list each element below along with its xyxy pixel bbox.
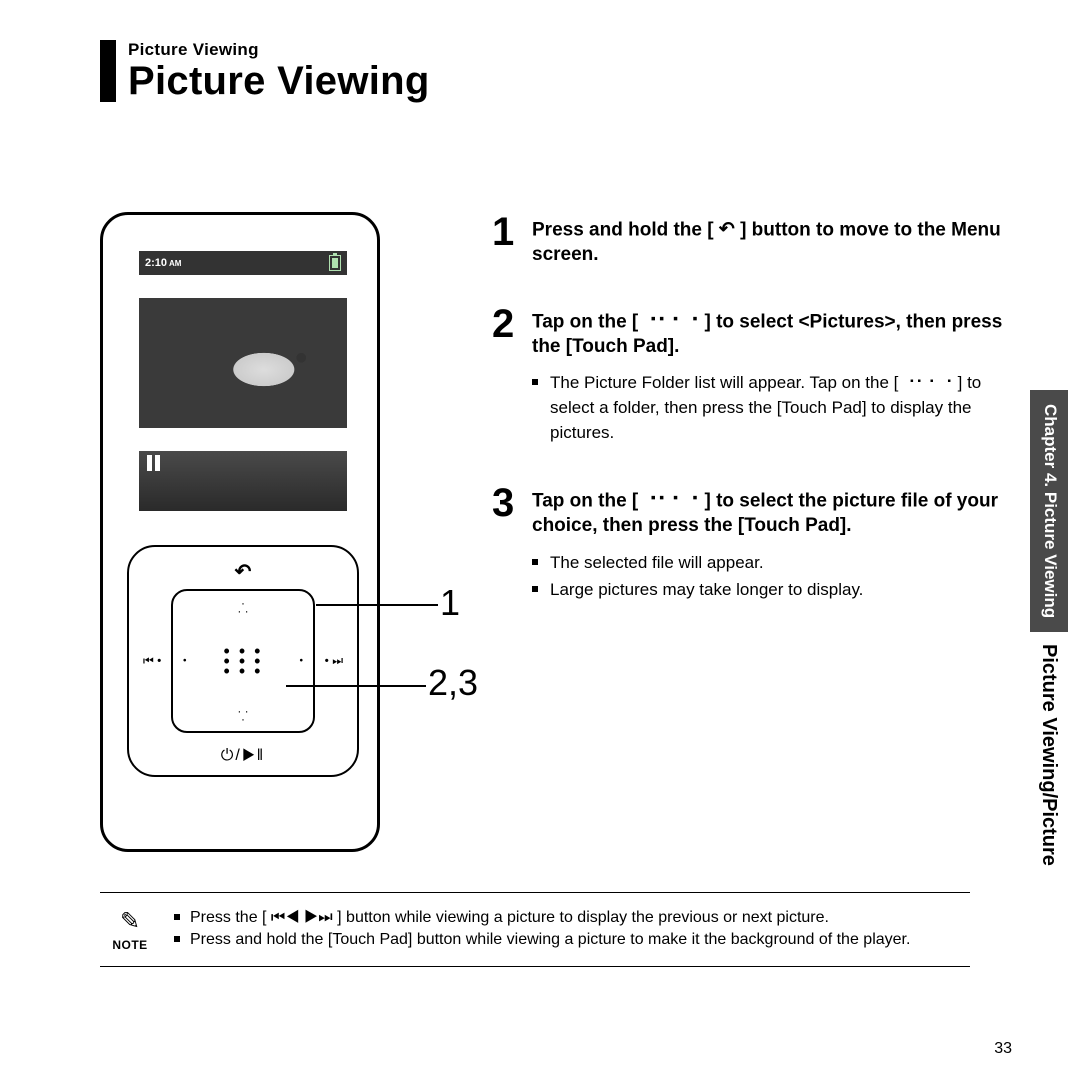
clock-time: 2:10 xyxy=(145,257,167,269)
side-tab: Chapter 4. Picture Viewing Picture Viewi… xyxy=(1030,390,1068,960)
dots-down-icon: · ·· xyxy=(237,707,248,723)
dots-glyph: ⠐⠂⠂⠐ xyxy=(644,489,700,514)
touchpad: ↶ ⏮ • • ⏭ ⏻/▶‖ ·· · • • •• • •• • • · ··… xyxy=(127,545,359,777)
step-sub-item: Large pictures may take longer to displa… xyxy=(532,578,1014,603)
step-1: 1 Press and hold the [ ↶ ] button to mov… xyxy=(492,212,1014,268)
dots-center-icon: • • •• • •• • • xyxy=(224,646,263,676)
step-heading: Tap on the [ ⠐⠂⠂⠐ ] to select <Pictures>… xyxy=(532,310,1014,360)
picture-preview xyxy=(139,275,347,451)
step-number: 1 xyxy=(492,212,532,268)
dot-left-icon: • xyxy=(183,656,187,667)
step-sub-item: The Picture Folder list will appear. Tap… xyxy=(532,371,1014,445)
note-text: Press the [ ⏮◀ ▶⏭ ] button while viewing… xyxy=(190,907,829,929)
step-text: Tap on the [ xyxy=(532,491,644,512)
callout-label-1: 1 xyxy=(440,582,460,624)
instruction-steps: 1 Press and hold the [ ↶ ] button to mov… xyxy=(410,212,1020,852)
page-title: Picture Viewing xyxy=(128,60,430,102)
square-bullet-icon xyxy=(532,559,538,565)
sub-text: The Picture Folder list will appear. Tap… xyxy=(550,371,1014,445)
note-item: Press the [ ⏮◀ ▶⏭ ] button while viewing… xyxy=(160,907,966,929)
step-text: Press and hold the [ xyxy=(532,219,719,240)
callout-line-23 xyxy=(286,685,426,687)
device-illustration: 2:10 AM ↶ ⏮ • • ⏭ ⏻/▶‖ xyxy=(100,212,410,852)
step-number: 3 xyxy=(492,483,532,604)
sub-text: The selected file will appear. xyxy=(550,551,764,576)
next-track-icon: • ⏭ xyxy=(325,654,343,669)
dots-glyph: ⠐⠂⠂⠐ xyxy=(644,310,700,335)
step-3: 3 Tap on the [ ⠐⠂⠂⠐ ] to select the pict… xyxy=(492,483,1014,604)
breadcrumb: Picture Viewing xyxy=(128,40,430,60)
note-icon: ✎ xyxy=(100,907,160,936)
note-label: NOTE xyxy=(100,938,160,952)
chapter-tab: Chapter 4. Picture Viewing xyxy=(1030,390,1068,632)
note-box: ✎ NOTE Press the [ ⏮◀ ▶⏭ ] button while … xyxy=(100,892,970,967)
back-arrow-glyph: ↶ xyxy=(719,218,735,243)
sub-text: Large pictures may take longer to displa… xyxy=(550,578,863,603)
dots-up-icon: ·· · xyxy=(237,599,248,615)
callout-label-23: 2,3 xyxy=(428,662,478,704)
step-sub-item: The selected file will appear. xyxy=(532,551,1014,576)
step-heading: Tap on the [ ⠐⠂⠂⠐ ] to select the pictur… xyxy=(532,489,1014,539)
prev-track-icon: ⏮ • xyxy=(143,654,161,669)
fish-photo xyxy=(139,298,347,428)
step-heading: Press and hold the [ ↶ ] button to move … xyxy=(532,218,1014,268)
touchpad-inner: ·· · • • •• • •• • • · ·· • • xyxy=(171,589,315,733)
square-bullet-icon xyxy=(174,914,180,920)
player-bar xyxy=(139,451,347,511)
section-tab: Picture Viewing/Picture xyxy=(1030,632,1068,878)
header: Picture Viewing Picture Viewing xyxy=(100,40,1020,102)
status-bar: 2:10 AM xyxy=(139,251,347,275)
step-text: Tap on the [ xyxy=(532,311,644,332)
clock-ampm: AM xyxy=(169,259,181,268)
back-icon: ↶ xyxy=(235,559,252,584)
power-play-icon: ⏻/▶‖ xyxy=(221,747,266,765)
square-bullet-icon xyxy=(174,936,180,942)
pause-icon xyxy=(147,455,161,471)
header-accent-block xyxy=(100,40,116,102)
step-number: 2 xyxy=(492,304,532,448)
step-2: 2 Tap on the [ ⠐⠂⠂⠐ ] to select <Picture… xyxy=(492,304,1014,448)
square-bullet-icon xyxy=(532,586,538,592)
note-item: Press and hold the [Touch Pad] button wh… xyxy=(160,929,966,951)
device-screen: 2:10 AM xyxy=(139,251,347,511)
note-text: Press and hold the [Touch Pad] button wh… xyxy=(190,929,910,951)
dot-right-icon: • xyxy=(299,656,303,667)
battery-icon xyxy=(329,255,341,271)
square-bullet-icon xyxy=(532,379,538,385)
callout-line-1 xyxy=(316,604,438,606)
page-number: 33 xyxy=(994,1040,1012,1058)
